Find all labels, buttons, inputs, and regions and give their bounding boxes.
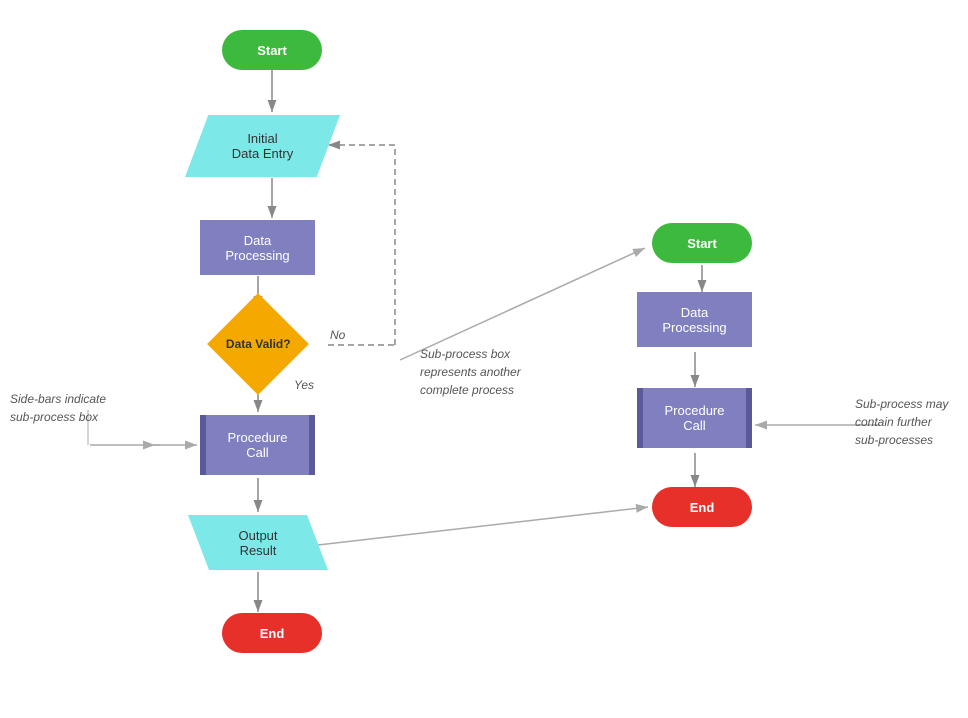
procedure-call-1-shape: ProcedureCall: [200, 415, 315, 475]
data-processing-2-shape: DataProcessing: [637, 292, 752, 347]
end-1-label: End: [260, 626, 285, 641]
procedure-call-2-label: ProcedureCall: [665, 403, 725, 433]
data-valid-label: Data Valid?: [226, 337, 291, 351]
subprocess-further-annotation: Sub-process maycontain furthersub-proces…: [855, 395, 965, 449]
end-2-label: End: [690, 500, 715, 515]
procedure-call-1-label: ProcedureCall: [228, 430, 288, 460]
start-2-shape: Start: [652, 223, 752, 263]
initial-data-entry-label: InitialData Entry: [232, 131, 293, 161]
start-2-label: Start: [687, 236, 717, 251]
start-shape: Start: [222, 30, 322, 70]
procedure-call-2-shape: ProcedureCall: [637, 388, 752, 448]
start-label: Start: [257, 43, 287, 58]
no-label: No: [330, 328, 345, 342]
sidebar-annotation: Side-bars indicatesub-process box: [10, 390, 130, 426]
output-result-label: OutputResult: [238, 528, 277, 558]
output-result-shape: OutputResult: [188, 515, 328, 570]
end-1-shape: End: [222, 613, 322, 653]
initial-data-entry-shape: InitialData Entry: [185, 115, 340, 177]
end-2-shape: End: [652, 487, 752, 527]
yes-label: Yes: [294, 378, 314, 392]
subprocess-box-annotation: Sub-process boxrepresents anothercomplet…: [420, 345, 580, 399]
flowchart: Start InitialData Entry DataProcessing D…: [0, 0, 968, 718]
data-processing-1-shape: DataProcessing: [200, 220, 315, 275]
data-processing-2-label: DataProcessing: [662, 305, 726, 335]
data-processing-1-label: DataProcessing: [225, 233, 289, 263]
